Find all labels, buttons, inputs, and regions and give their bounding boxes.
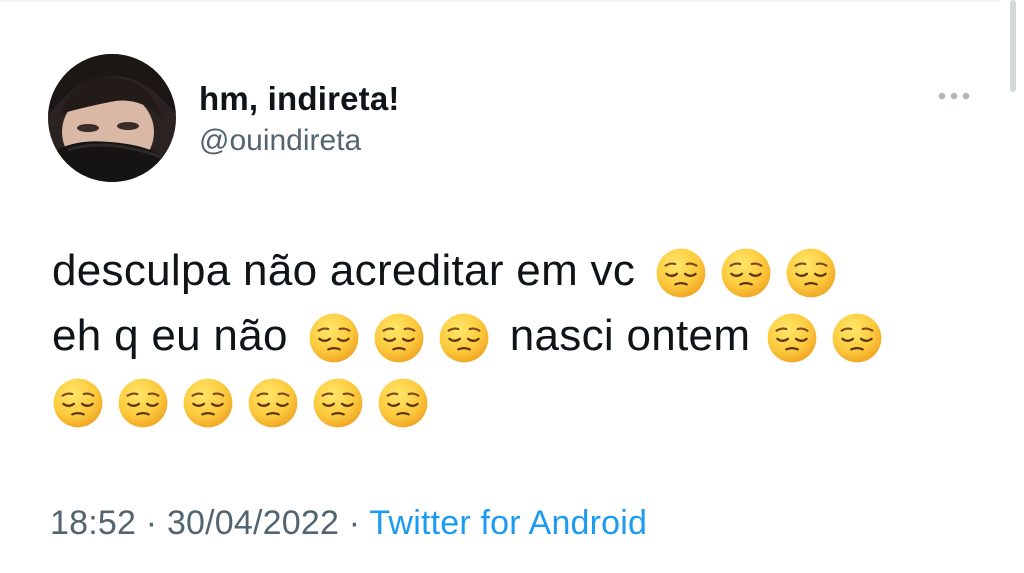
top-divider — [0, 0, 1000, 2]
profile-photo-icon — [48, 54, 176, 182]
pensive-face-icon — [377, 377, 429, 429]
pensive-face-icon — [720, 247, 772, 299]
pensive-face-icon — [308, 312, 360, 364]
tweet-time[interactable]: 18:52 — [50, 504, 136, 542]
user-handle[interactable]: @ouindireta — [199, 124, 361, 158]
tweet-text-segment: desculpa não acreditar em vc — [52, 246, 636, 295]
scrollbar[interactable] — [1010, 0, 1016, 92]
avatar[interactable] — [48, 54, 176, 182]
pensive-face-icon — [312, 377, 364, 429]
tweet-line-1: desculpa não acreditar em vc — [52, 238, 982, 303]
pensive-face-icon — [785, 247, 837, 299]
meta-separator: · — [348, 504, 361, 542]
tweet-line-3 — [52, 368, 982, 433]
pensive-face-icon — [117, 377, 169, 429]
tweet-meta: 18:52 · 30/04/2022 · Twitter for Android — [50, 504, 647, 543]
tweet-text: desculpa não acreditar em vc eh q eu não… — [52, 238, 982, 433]
pensive-face-icon — [247, 377, 299, 429]
pensive-face-icon — [831, 312, 883, 364]
display-name[interactable]: hm, indireta! — [199, 80, 400, 118]
tweet-text-segment: eh q eu não — [52, 311, 288, 360]
pensive-face-icon — [52, 377, 104, 429]
pensive-face-icon — [373, 312, 425, 364]
tweet-source-link[interactable]: Twitter for Android — [369, 504, 647, 542]
pensive-face-icon — [655, 247, 707, 299]
tweet-text-segment: nasci ontem — [509, 311, 751, 360]
pensive-face-icon — [438, 312, 490, 364]
pensive-face-icon — [182, 377, 234, 429]
tweet-date[interactable]: 30/04/2022 — [167, 504, 339, 542]
tweet-line-2: eh q eu não nasci ontem — [52, 303, 982, 368]
meta-separator: · — [145, 504, 158, 542]
ellipsis-icon[interactable] — [934, 84, 974, 108]
pensive-face-icon — [766, 312, 818, 364]
